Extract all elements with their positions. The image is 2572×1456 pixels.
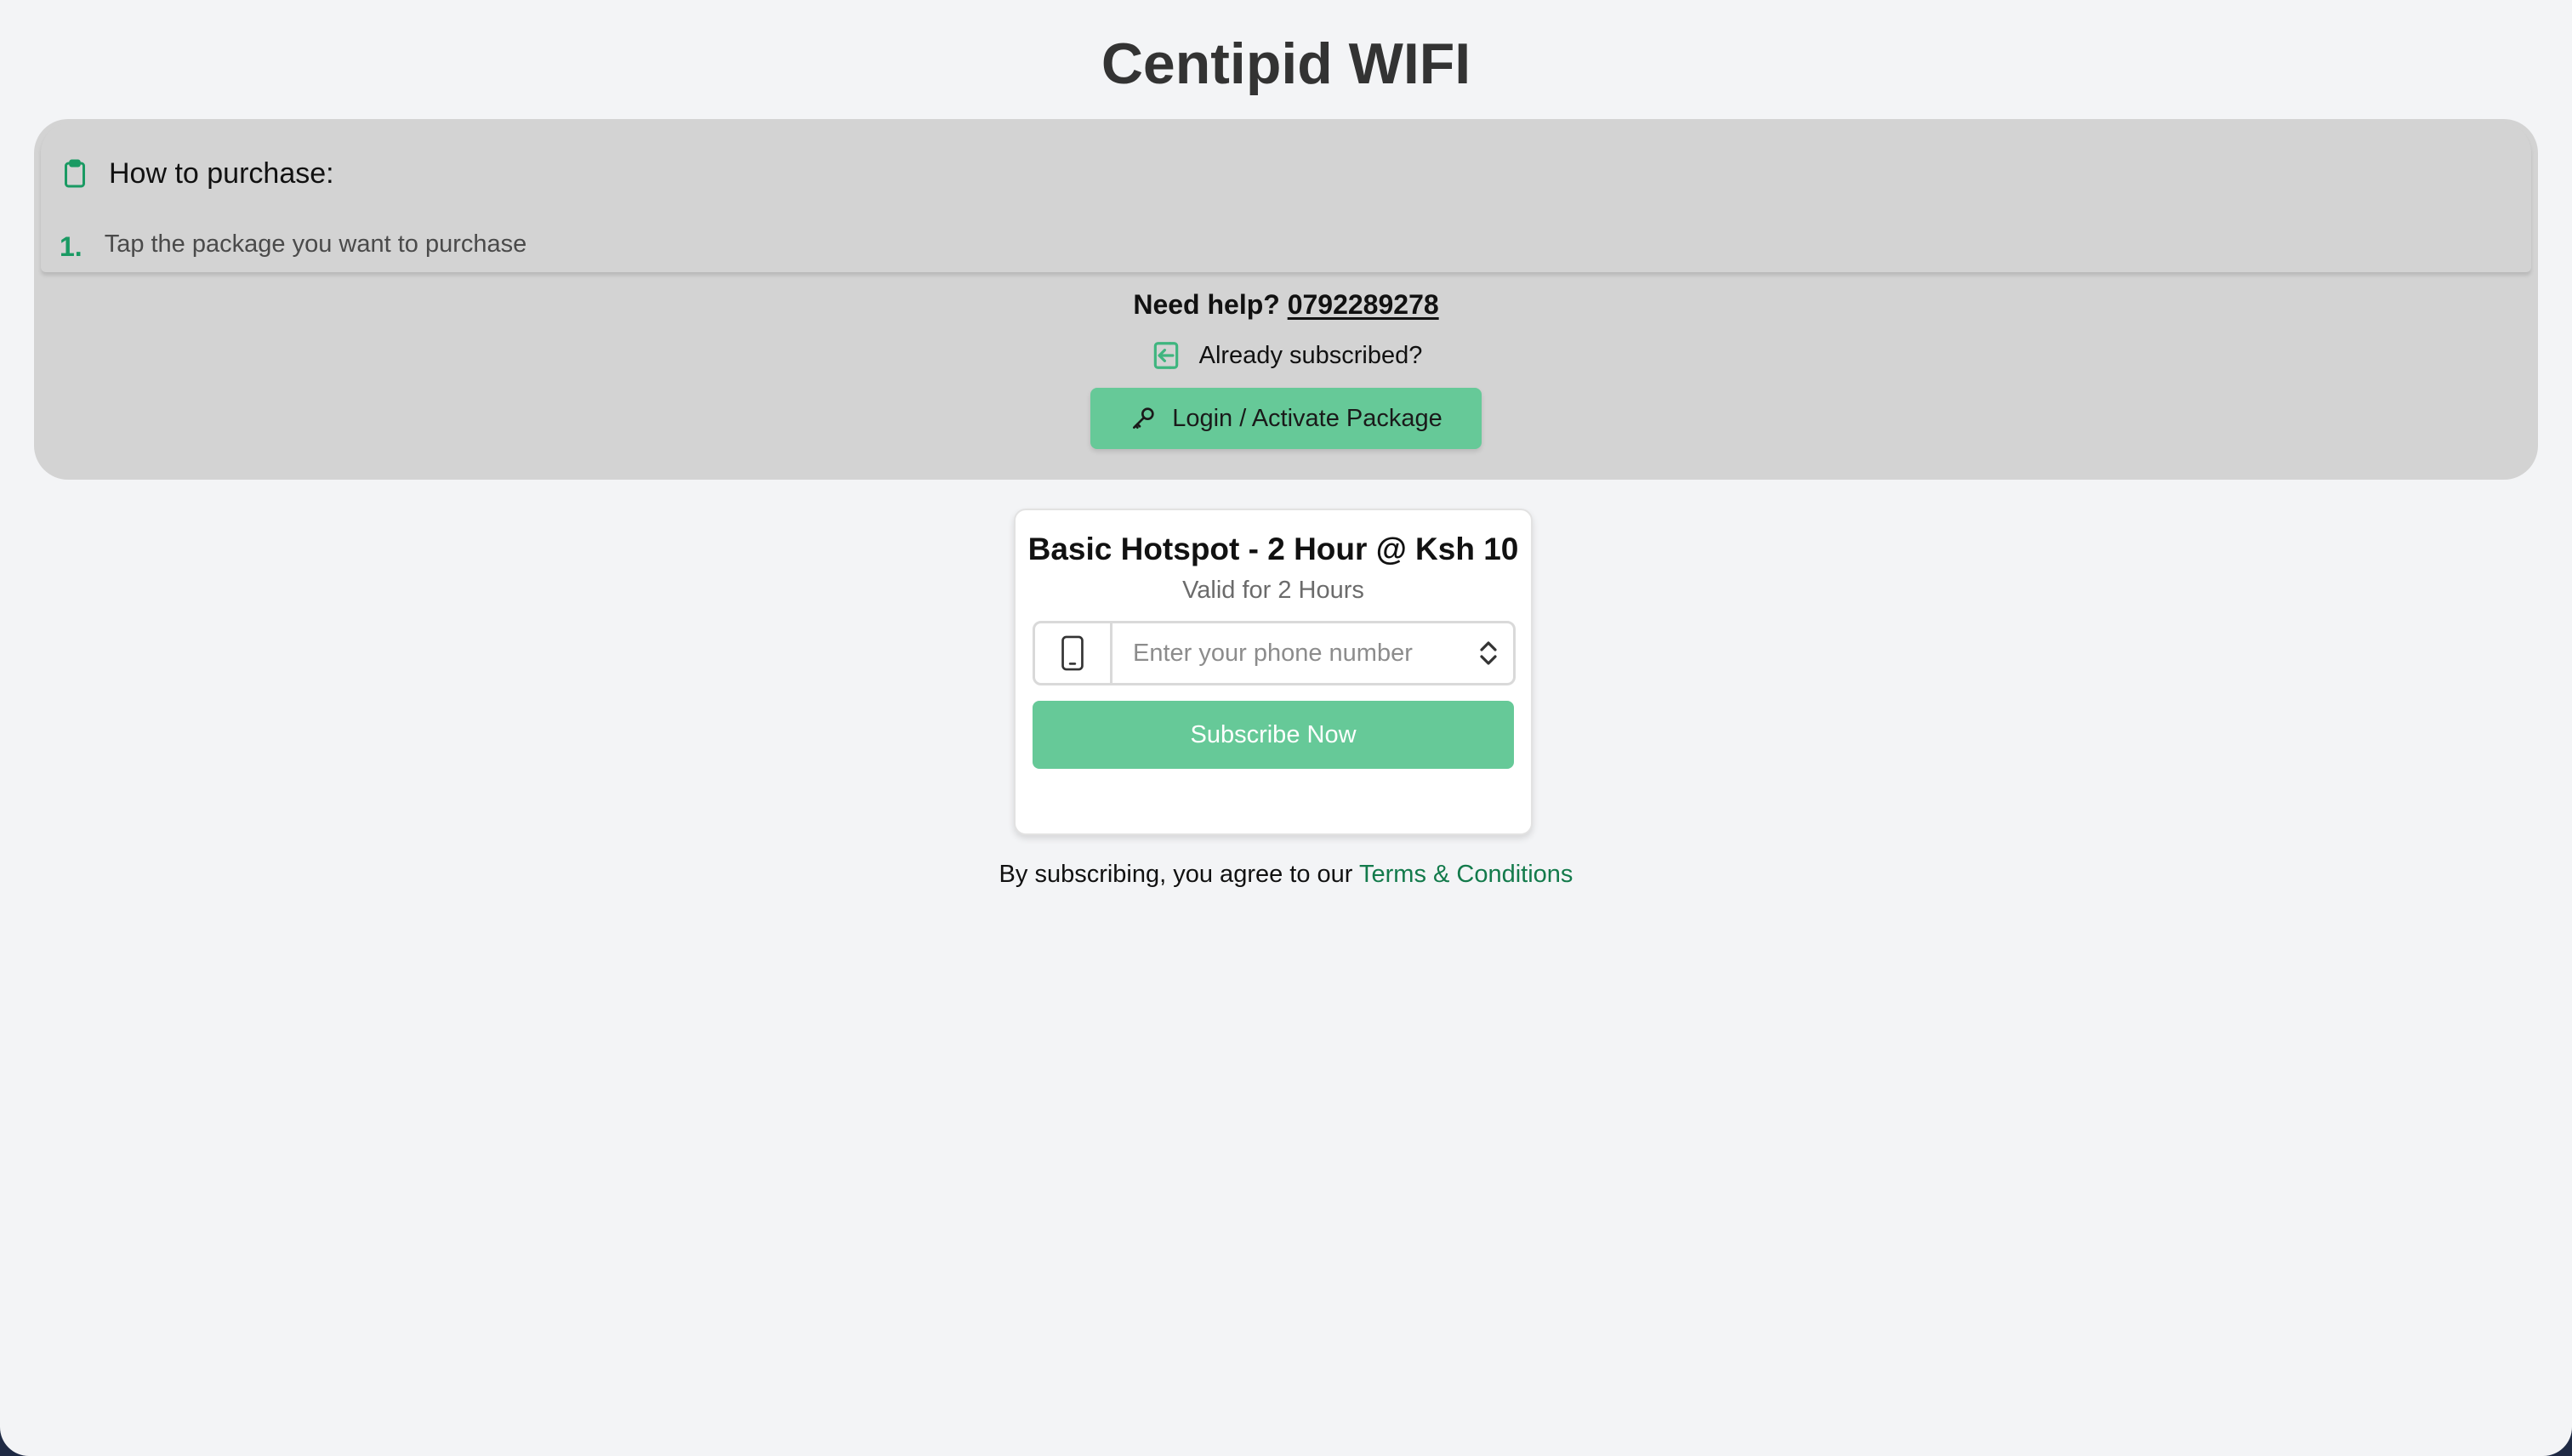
- package-name: Basic Hotspot - 2 Hour @ Ksh 10: [1027, 532, 1519, 566]
- info-panel: How to purchase: 1. Tap the package you …: [34, 119, 2538, 480]
- package-validity: Valid for 2 Hours: [1182, 577, 1364, 604]
- login-activate-button[interactable]: Login / Activate Package: [1090, 388, 1482, 449]
- how-to-purchase-card: How to purchase: 1. Tap the package you …: [41, 122, 2531, 272]
- terms-link[interactable]: Terms & Conditions: [1359, 861, 1573, 888]
- already-subscribed-text: Already subscribed?: [1198, 342, 1423, 369]
- terms-prefix: By subscribing, you agree to our: [999, 861, 1353, 888]
- phone-addon: [1035, 623, 1112, 683]
- login-activate-label: Login / Activate Package: [1172, 405, 1442, 432]
- terms-line: By subscribing, you agree to our Terms &…: [0, 857, 2572, 891]
- subscribe-button[interactable]: Subscribe Now: [1033, 701, 1514, 769]
- already-subscribed-row: Already subscribed?: [34, 338, 2538, 373]
- how-to-purchase-title: How to purchase:: [109, 157, 334, 190]
- key-icon: [1130, 405, 1157, 432]
- package-card[interactable]: Basic Hotspot - 2 Hour @ Ksh 10 Valid fo…: [1014, 509, 1533, 835]
- spinner-arrows-icon: [1477, 638, 1499, 668]
- help-phone-link[interactable]: 0792289278: [1288, 289, 1439, 320]
- subscribe-label: Subscribe Now: [1190, 721, 1357, 748]
- step-text: Tap the package you want to purchase: [104, 230, 527, 258]
- phone-number-input[interactable]: [1112, 623, 1464, 683]
- mobile-phone-icon: [1058, 635, 1087, 671]
- step-number: 1.: [60, 231, 83, 262]
- help-label: Need help?: [1133, 289, 1280, 320]
- page-title: Centipid WIFI: [1101, 31, 1471, 96]
- clipboard-icon: [60, 158, 90, 189]
- app-viewport: Centipid WIFI How to purchase: 1. Tap th…: [0, 0, 2572, 1456]
- number-spinner[interactable]: [1464, 623, 1513, 683]
- how-to-purchase-header: How to purchase:: [60, 155, 334, 192]
- phone-input-group: [1033, 621, 1516, 685]
- step-item: 1. Tap the package you want to purchase: [60, 223, 526, 265]
- sign-in-icon: [1150, 339, 1182, 372]
- help-line: Need help? 0792289278: [34, 286, 2538, 323]
